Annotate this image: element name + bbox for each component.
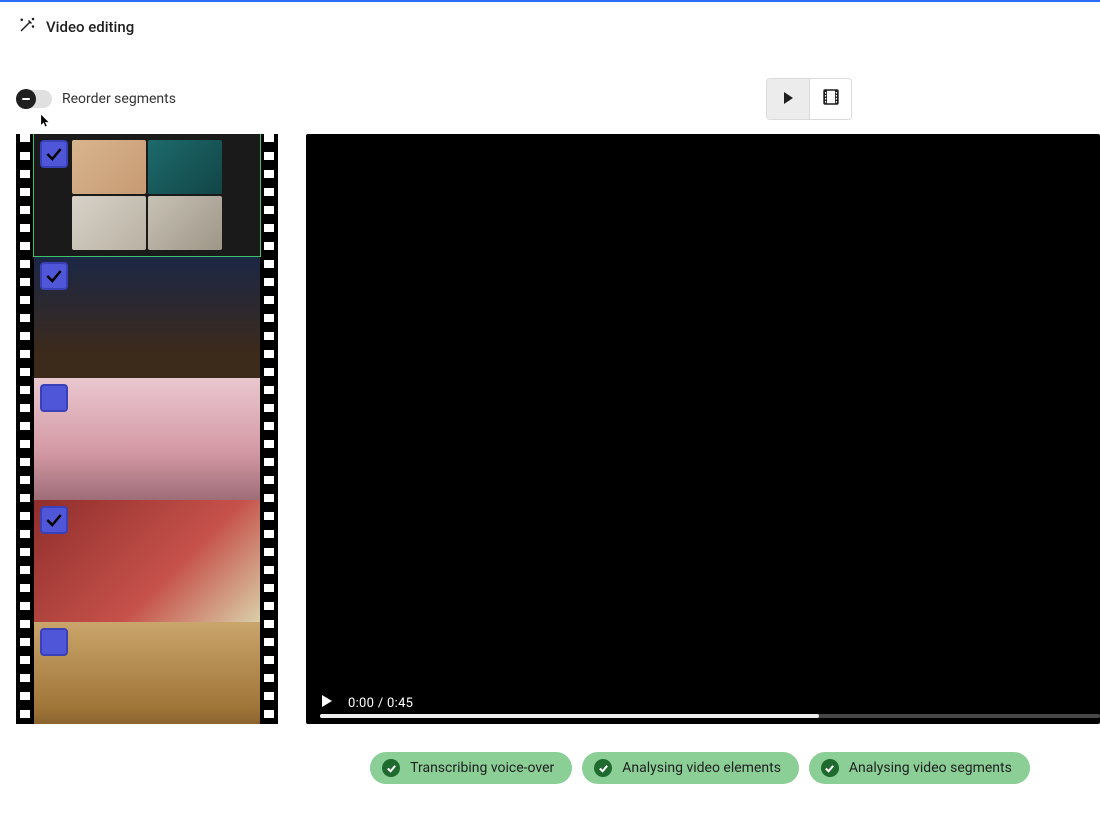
view-mode-play-button[interactable] (767, 79, 809, 119)
filmstrip (16, 134, 278, 724)
check-circle-icon (594, 759, 612, 777)
magic-wand-icon (18, 16, 36, 38)
segment-thumbnail[interactable] (34, 622, 260, 724)
main-area: 0:00 / 0:45 (0, 130, 1100, 724)
player-current-time: 0:00 (348, 696, 374, 711)
segment-checkbox[interactable] (40, 506, 68, 534)
sprocket-left (16, 134, 34, 724)
status-chip: Analysing video segments (809, 752, 1030, 784)
check-circle-icon (382, 759, 400, 777)
status-chip-label: Analysing video segments (849, 760, 1012, 776)
segment-checkbox[interactable] (40, 262, 68, 290)
page-header: Video editing (0, 2, 1100, 48)
video-player[interactable]: 0:00 / 0:45 (306, 134, 1100, 724)
segment-thumbnail[interactable] (34, 134, 260, 256)
segment-thumbnail[interactable] (34, 378, 260, 500)
mouse-cursor-icon (40, 114, 50, 128)
segment-thumbnail[interactable] (34, 500, 260, 622)
film-icon (823, 89, 839, 109)
reorder-segments-label: Reorder segments (62, 91, 176, 107)
segment-checkbox[interactable] (40, 628, 68, 656)
player-time-display: 0:00 / 0:45 (348, 696, 413, 711)
status-row: Transcribing voice-over Analysing video e… (0, 752, 1100, 784)
toolbar: Reorder segments (0, 48, 1100, 130)
play-icon (781, 90, 795, 109)
player-duration: 0:45 (387, 696, 413, 711)
view-mode-switch (766, 78, 852, 120)
check-circle-icon (821, 759, 839, 777)
view-mode-film-button[interactable] (809, 79, 851, 119)
segment-thumbnail[interactable] (34, 256, 260, 378)
status-chip: Analysing video elements (582, 752, 799, 784)
status-chip: Transcribing voice-over (370, 752, 572, 784)
sprocket-right (260, 134, 278, 724)
segment-checkbox[interactable] (40, 384, 68, 412)
page-title: Video editing (46, 18, 134, 36)
status-chip-label: Analysing video elements (622, 760, 781, 776)
player-play-button[interactable] (320, 694, 334, 712)
status-chip-label: Transcribing voice-over (410, 760, 554, 776)
player-progress[interactable] (320, 714, 1100, 718)
segment-checkbox[interactable] (40, 140, 68, 168)
reorder-segments-toggle[interactable] (18, 90, 52, 108)
